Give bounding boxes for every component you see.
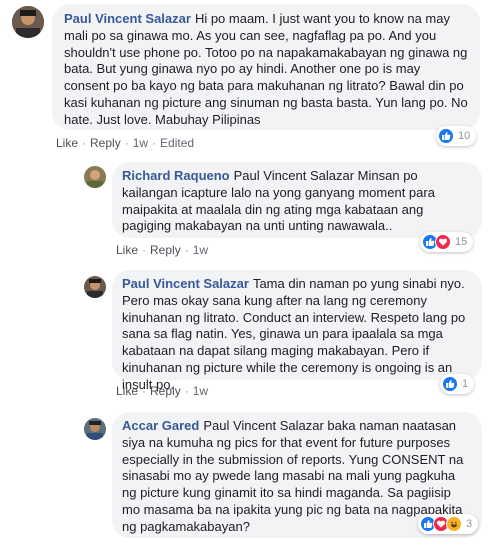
reply-button[interactable]: Reply: [90, 136, 121, 150]
comment-author[interactable]: Paul Vincent Salazar: [64, 11, 191, 26]
comment-author[interactable]: Paul Vincent Salazar: [122, 276, 249, 291]
comment-bubble: Paul Vincent Salazar Tama din naman po yu…: [112, 270, 482, 392]
comment-author[interactable]: Richard Raqueno: [122, 168, 230, 183]
like-button[interactable]: Like: [56, 136, 78, 150]
separator: ·: [124, 136, 129, 150]
separator: ·: [184, 384, 189, 398]
like-reaction-icon: [442, 376, 458, 392]
reaction-count: 3: [466, 518, 473, 530]
reaction-count: 10: [458, 130, 471, 142]
haha-reaction-icon: [446, 516, 462, 532]
comment-body: Hi po maam. I just want you to know na m…: [64, 11, 468, 127]
like-button[interactable]: Like: [116, 243, 138, 257]
comment-text: Paul Vincent Salazar Tama din naman po yu…: [122, 276, 472, 394]
like-reaction-icon: [438, 128, 454, 144]
separator: ·: [152, 136, 157, 150]
timestamp[interactable]: 1w: [193, 384, 208, 398]
comment-actions: Like · Reply · 1w · Edited: [56, 136, 194, 150]
reaction-summary[interactable]: 1: [440, 374, 475, 394]
separator: ·: [184, 243, 189, 257]
reaction-summary[interactable]: 10: [436, 126, 477, 146]
reaction-count: 1: [462, 378, 469, 390]
comment-text: Paul Vincent Salazar Hi po maam. I just w…: [64, 11, 468, 129]
avatar[interactable]: [12, 6, 44, 38]
reaction-count: 15: [455, 236, 468, 248]
comment-body: Paul Vincent Salazar baka naman naatasan…: [122, 418, 464, 534]
love-reaction-icon: [435, 234, 451, 250]
comment-actions: Like · Reply · 1w: [116, 243, 208, 257]
separator: ·: [142, 243, 147, 257]
separator: ·: [142, 384, 147, 398]
comment-author[interactable]: Accar Gared: [122, 418, 199, 433]
reaction-summary[interactable]: 15: [420, 232, 474, 252]
reaction-summary[interactable]: 3: [418, 514, 479, 534]
reply-button[interactable]: Reply: [150, 243, 181, 257]
timestamp[interactable]: 1w: [193, 243, 208, 257]
like-button[interactable]: Like: [116, 384, 138, 398]
reply-button[interactable]: Reply: [150, 384, 181, 398]
comment-bubble: Paul Vincent Salazar Hi po maam. I just w…: [52, 4, 480, 130]
timestamp[interactable]: 1w: [133, 136, 148, 150]
separator: ·: [82, 136, 87, 150]
edited-label[interactable]: Edited: [160, 136, 194, 150]
comment-text: Richard Raqueno Paul Vincent Salazar Mins…: [122, 168, 472, 235]
avatar[interactable]: [84, 166, 106, 188]
comment-body: Tama din naman po yung sinabi nyo. Pero …: [122, 276, 466, 392]
avatar[interactable]: [84, 276, 106, 298]
comment-bubble: Richard Raqueno Paul Vincent Salazar Mins…: [112, 162, 482, 238]
avatar[interactable]: [84, 418, 106, 440]
comment-actions: Like · Reply · 1w: [116, 384, 208, 398]
